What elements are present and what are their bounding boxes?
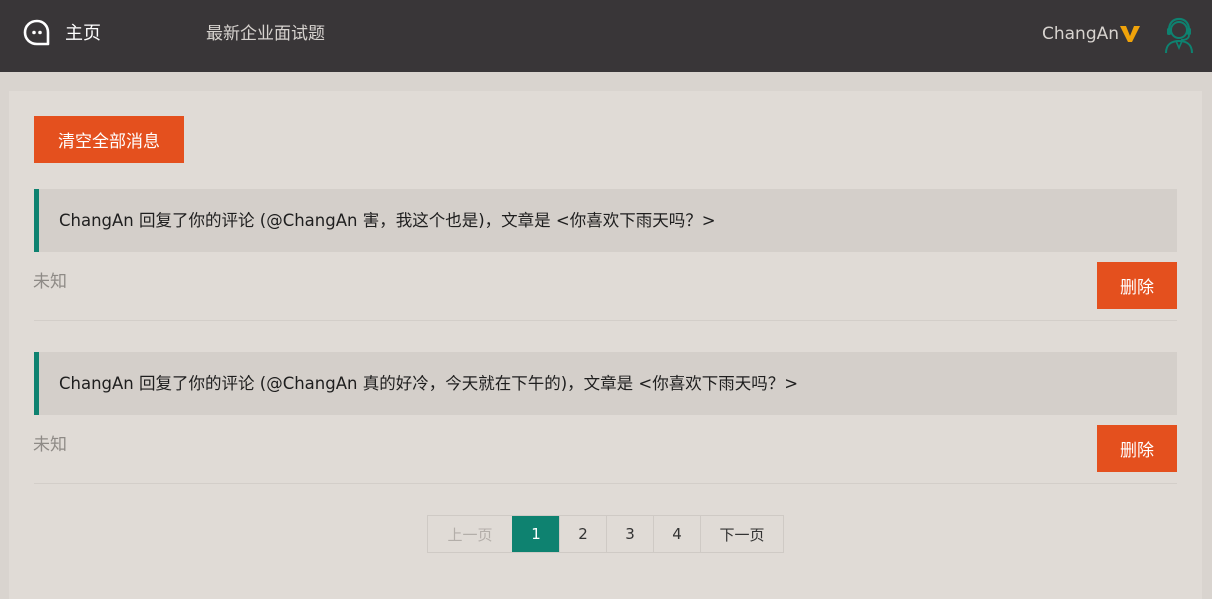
- divider: [34, 320, 1177, 321]
- divider: [34, 483, 1177, 484]
- delete-message-button[interactable]: 删除: [1097, 262, 1177, 309]
- vip-v-icon: [1120, 26, 1140, 42]
- pagination-prev[interactable]: 上一页: [428, 516, 512, 552]
- user-name[interactable]: ChangAn: [1042, 22, 1119, 46]
- pagination-page-1[interactable]: 1: [512, 516, 559, 552]
- pagination: 上一页 1 2 3 4 下一页: [427, 515, 784, 553]
- chat-bubble-icon[interactable]: [21, 17, 53, 49]
- messages-panel: 清空全部消息 ChangAn 回复了你的评论 (@ChangAn 害，我这个也是…: [9, 91, 1202, 599]
- pagination-page-2[interactable]: 2: [559, 516, 606, 552]
- nav-interview-questions-link[interactable]: 最新企业面试题: [206, 22, 325, 46]
- message-time: 未知: [33, 272, 67, 292]
- delete-message-button[interactable]: 删除: [1097, 425, 1177, 472]
- message-item: ChangAn 回复了你的评论 (@ChangAn 真的好冷，今天就在下午的)，…: [34, 352, 1177, 415]
- pagination-page-3[interactable]: 3: [606, 516, 653, 552]
- clear-all-messages-button[interactable]: 清空全部消息: [34, 116, 184, 163]
- nav-home-link[interactable]: 主页: [65, 22, 101, 46]
- pagination-page-4[interactable]: 4: [653, 516, 700, 552]
- pagination-next[interactable]: 下一页: [700, 516, 783, 552]
- message-time: 未知: [33, 435, 67, 455]
- top-navbar: 主页 最新企业面试题 ChangAn: [0, 0, 1212, 72]
- message-item: ChangAn 回复了你的评论 (@ChangAn 害，我这个也是)，文章是 <…: [34, 189, 1177, 252]
- avatar[interactable]: [1162, 16, 1196, 54]
